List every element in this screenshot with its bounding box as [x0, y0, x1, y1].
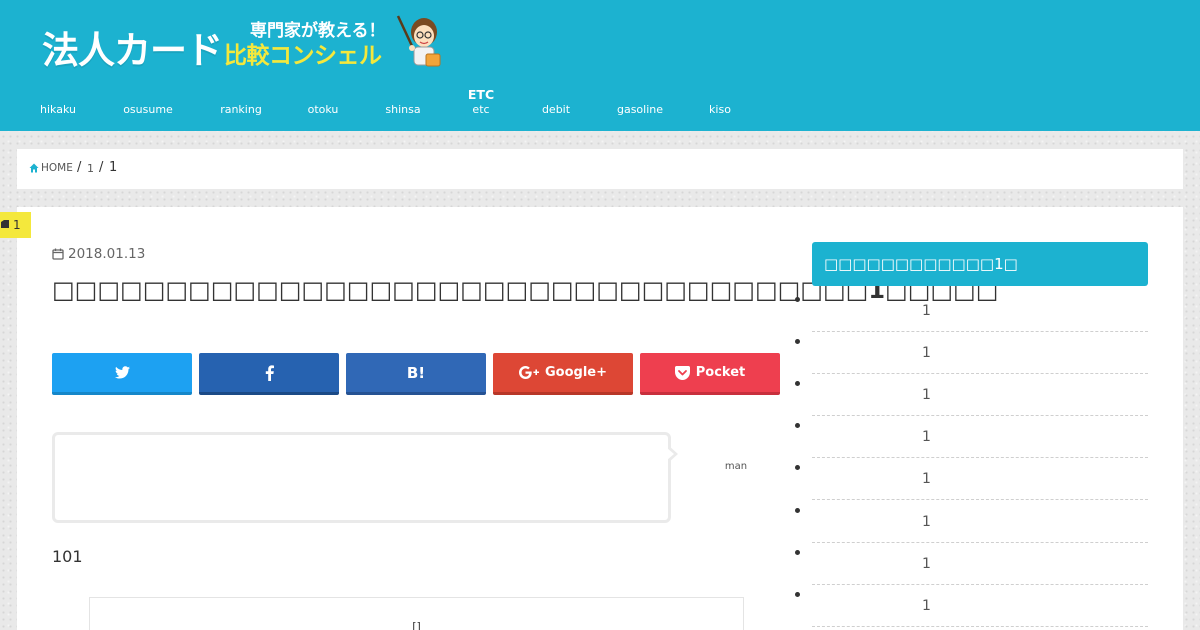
- folder-icon: [1, 220, 9, 228]
- sidebar-list-item-label: 1: [922, 556, 931, 572]
- google-plus-icon: [518, 366, 539, 379]
- sidebar-list-item[interactable]: 1: [812, 543, 1148, 585]
- site-header: 法人カード 専門家が教える！ 比較コンシェル hikaku osusume ra…: [0, 0, 1200, 131]
- breadcrumb-separator: /: [77, 160, 82, 175]
- post-title: □□□□□□□□□□□□□□□□□□□□□□□□□□□□□□□□□□□□1□□□…: [52, 276, 999, 304]
- nav-item-title: [606, 86, 674, 104]
- article-body-text: 101: [52, 547, 83, 566]
- breadcrumb-current: 1: [109, 160, 118, 175]
- twitter-share-button[interactable]: [52, 353, 192, 395]
- nav-item-title: [113, 86, 183, 104]
- sidebar-list-item[interactable]: 1: [812, 290, 1148, 332]
- breadcrumb: HOME / 1 / 1: [17, 149, 1183, 189]
- nav-item-title: [210, 86, 272, 104]
- sidebar-list-item-label: 1: [922, 598, 931, 614]
- nav-item-osusume[interactable]: osusume: [113, 84, 183, 124]
- logo-sub-text: 比較コンシェル: [224, 43, 382, 69]
- sidebar-list-item-label: 1: [922, 429, 931, 445]
- nav-item-label: shinsa: [385, 103, 421, 116]
- logo-main-text: 法人カード: [42, 29, 223, 72]
- nav-item-etc[interactable]: ETC etc: [456, 84, 506, 124]
- toc-title: []: [412, 620, 421, 630]
- sidebar-list-item[interactable]: 1: [812, 374, 1148, 416]
- global-nav: hikaku osusume ranking otoku shinsa ETC …: [0, 84, 800, 124]
- nav-item-title: [297, 86, 349, 104]
- nav-item-label: ranking: [220, 103, 262, 116]
- sidebar-list-item[interactable]: 1: [812, 458, 1148, 500]
- nav-item-hikaku[interactable]: hikaku: [30, 84, 86, 124]
- sidebar-list-item-label: 1: [922, 514, 931, 530]
- sidebar-list-item[interactable]: 1: [812, 332, 1148, 374]
- home-icon: [29, 163, 39, 173]
- nav-item-title: [30, 86, 86, 104]
- breadcrumb-level1-link[interactable]: 1: [87, 162, 94, 175]
- nav-item-label: kiso: [709, 103, 731, 116]
- nav-item-title: [374, 86, 432, 104]
- sidebar-list-item-label: 1: [922, 345, 931, 361]
- pocket-icon: [674, 365, 690, 380]
- sidebar-list-item-label: 1: [922, 471, 931, 487]
- site-logo[interactable]: 法人カード 専門家が教える！ 比較コンシェル: [42, 14, 452, 74]
- nav-item-otoku[interactable]: otoku: [297, 84, 349, 124]
- breadcrumb-separator: /: [99, 160, 104, 175]
- twitter-icon: [114, 366, 130, 379]
- nav-item-debit[interactable]: debit: [530, 84, 582, 124]
- nav-item-label: etc: [472, 103, 490, 116]
- breadcrumb-home-link[interactable]: HOME: [41, 162, 73, 174]
- nav-item-label: osusume: [123, 103, 173, 116]
- pocket-share-button[interactable]: Pocket: [640, 353, 780, 395]
- nav-item-label: otoku: [307, 103, 339, 116]
- hatena-bookmark-icon: B!: [406, 363, 426, 382]
- nav-item-ranking[interactable]: ranking: [210, 84, 272, 124]
- category-badge[interactable]: 1: [0, 212, 31, 238]
- speech-balloon-tail-inner: [667, 448, 674, 460]
- nav-item-label: debit: [541, 103, 571, 116]
- nav-item-title: [698, 86, 742, 104]
- sidebar-list-item-label: 1: [922, 303, 931, 319]
- balloon-speaker-name: man: [724, 461, 748, 472]
- nav-item-kiso[interactable]: kiso: [698, 84, 742, 124]
- pocket-label: Pocket: [695, 365, 746, 380]
- sidebar-list-item-label: 1: [922, 387, 931, 403]
- google-plus-share-button[interactable]: Google+: [493, 353, 633, 395]
- mascot-icon: [396, 15, 441, 67]
- calendar-icon: [52, 248, 64, 260]
- google-plus-label: Google+: [544, 365, 607, 380]
- table-of-contents: []: [89, 597, 744, 630]
- post-date-text: 2018.01.13: [68, 246, 146, 262]
- sidebar-title: □□□□□□□□□□□□1□: [812, 242, 1148, 286]
- nav-item-label: hikaku: [40, 103, 76, 116]
- nav-item-title: [530, 86, 582, 104]
- nav-item-label: gasoline: [616, 103, 664, 116]
- sidebar-list-item[interactable]: 1: [812, 501, 1148, 543]
- category-badge-label: 1: [13, 218, 21, 232]
- nav-item-shinsa[interactable]: shinsa: [374, 84, 432, 124]
- facebook-icon: [265, 364, 274, 381]
- speech-balloon: [52, 432, 671, 523]
- facebook-share-button[interactable]: [199, 353, 339, 395]
- sidebar-list-item[interactable]: 1: [812, 416, 1148, 458]
- nav-item-gasoline[interactable]: gasoline: [606, 84, 674, 124]
- sidebar-list-item[interactable]: 1: [812, 585, 1148, 627]
- hatena-share-button[interactable]: B!: [346, 353, 486, 395]
- nav-item-title: ETC: [467, 87, 495, 102]
